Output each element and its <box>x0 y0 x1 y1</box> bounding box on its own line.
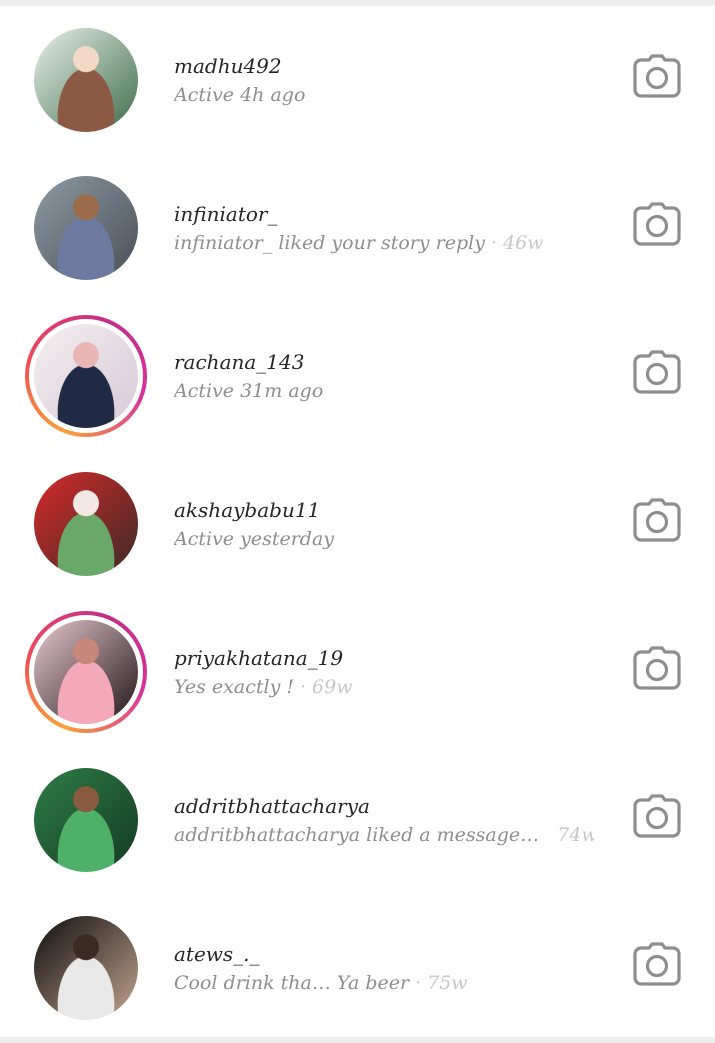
avatar[interactable] <box>30 172 142 284</box>
camera-icon[interactable] <box>633 794 681 838</box>
thread-row[interactable]: atews_._ Cool drink tha… Ya beer · 75w <box>0 894 715 1042</box>
thread-row[interactable]: rachana_143 Active 31m ago <box>0 302 715 450</box>
avatar[interactable] <box>30 912 142 1024</box>
camera-icon[interactable] <box>633 942 681 986</box>
thread-row[interactable]: addritbhattacharya addritbhattacharya li… <box>0 746 715 894</box>
thread-status: addritbhattacharya liked a message… 74w <box>174 822 594 848</box>
avatar-photo <box>34 768 138 872</box>
thread-status-text: infiniator_ liked your story reply <box>174 232 485 254</box>
camera-icon[interactable] <box>633 54 681 98</box>
thread-status: Yes exactly ! · 69w <box>174 674 594 700</box>
thread-time: 75w <box>427 972 468 994</box>
thread-time: 69w <box>312 676 353 698</box>
thread-status: Cool drink tha… Ya beer · 75w <box>174 970 594 996</box>
thread-status: Active 31m ago <box>174 378 594 404</box>
story-ring-avatar[interactable] <box>25 315 147 437</box>
thread-username: atews_._ <box>174 942 260 966</box>
avatar-photo <box>34 28 138 132</box>
thread-row[interactable]: madhu492 Active 4h ago <box>0 6 715 154</box>
thread-status-text: Cool drink tha… Ya beer <box>174 972 410 994</box>
thread-row[interactable]: priyakhatana_19 Yes exactly ! · 69w <box>0 598 715 746</box>
thread-row[interactable]: akshaybabu11 Active yesterday <box>0 450 715 598</box>
thread-status: Active yesterday <box>174 526 594 552</box>
thread-username: addritbhattacharya <box>174 794 370 818</box>
camera-icon[interactable] <box>633 350 681 394</box>
separator-dot: · <box>490 232 497 254</box>
avatar-photo <box>34 472 138 576</box>
avatar-photo <box>34 916 138 1020</box>
thread-status: infiniator_ liked your story reply · 46w <box>174 230 594 256</box>
thread-status: Active 4h ago <box>174 82 594 108</box>
thread-username: rachana_143 <box>174 350 305 374</box>
thread-status-text: addritbhattacharya liked a message… <box>174 824 540 846</box>
camera-icon[interactable] <box>633 202 681 246</box>
camera-icon[interactable] <box>633 498 681 542</box>
thread-time: 74w <box>557 824 594 846</box>
avatar[interactable] <box>30 764 142 876</box>
thread-username: infiniator_ <box>174 202 278 226</box>
thread-username: madhu492 <box>174 54 282 78</box>
avatar-photo <box>34 324 138 428</box>
story-ring-avatar[interactable] <box>25 611 147 733</box>
thread-status-text: Yes exactly ! <box>174 676 294 698</box>
separator-dot <box>545 824 551 846</box>
avatar-photo <box>34 176 138 280</box>
thread-status-text: Active 4h ago <box>174 84 306 106</box>
bottom-divider <box>0 1037 715 1043</box>
camera-icon[interactable] <box>633 646 681 690</box>
separator-dot: · <box>299 676 307 698</box>
thread-status-text: Active 31m ago <box>174 380 324 402</box>
separator-dot: · <box>415 972 422 994</box>
thread-time: 46w <box>503 232 544 254</box>
avatar[interactable] <box>30 24 142 136</box>
thread-username: akshaybabu11 <box>174 498 321 522</box>
thread-username: priyakhatana_19 <box>174 646 344 670</box>
avatar[interactable] <box>30 468 142 580</box>
direct-message-list: madhu492 Active 4h ago infiniator_ infin… <box>0 6 715 1042</box>
avatar-photo <box>34 620 138 724</box>
thread-row[interactable]: infiniator_ infiniator_ liked your story… <box>0 154 715 302</box>
thread-status-text: Active yesterday <box>174 528 335 550</box>
